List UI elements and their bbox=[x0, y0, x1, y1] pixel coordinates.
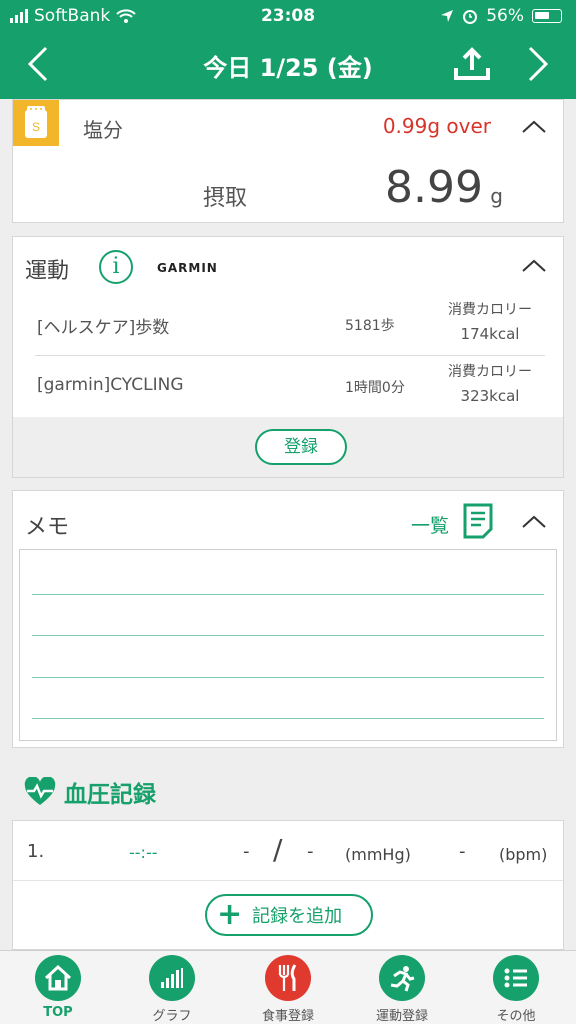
add-record-label: 記録を追加 bbox=[252, 906, 343, 927]
calorie-value: 174kcal bbox=[460, 325, 520, 343]
chevron-up-icon[interactable] bbox=[521, 259, 547, 273]
exercise-amount: 5181歩 bbox=[345, 318, 395, 334]
share-icon[interactable] bbox=[452, 46, 492, 82]
tab-label: グラフ bbox=[152, 1009, 192, 1024]
memo-title: メモ bbox=[25, 515, 70, 540]
top-bar: SoftBank 23:08 56% 今日 1/25 (金) bbox=[0, 0, 576, 99]
tab-other[interactable]: その他 bbox=[466, 955, 566, 1024]
location-icon bbox=[441, 10, 454, 22]
bp-title-text: 血圧記録 bbox=[64, 782, 156, 808]
exercise-row[interactable]: [garmin]CYCLING 1時間0分 消費カロリー 323kcal bbox=[35, 357, 545, 417]
memo-textarea[interactable] bbox=[19, 549, 557, 741]
chevron-right-icon[interactable] bbox=[526, 46, 550, 82]
exercise-card: 運動 i GARMIN [ヘルスケア]歩数 5181歩 消費カロリー 174kc… bbox=[12, 236, 564, 478]
tab-top[interactable]: TOP bbox=[8, 955, 108, 1024]
memo-list-link[interactable]: 一覧 bbox=[411, 511, 449, 538]
tab-graph[interactable]: グラフ bbox=[122, 955, 222, 1024]
bp-card: 1. --:-- - / - (mmHg) - (bpm) + 記録を追加 bbox=[12, 820, 564, 950]
tab-label: その他 bbox=[496, 1009, 536, 1024]
memo-card: メモ 一覧 bbox=[12, 490, 564, 748]
info-icon[interactable]: i bbox=[99, 250, 133, 284]
calorie-label: 消費カロリー bbox=[448, 364, 532, 380]
fork-knife-icon bbox=[265, 955, 311, 1001]
tab-bar: TOP グラフ 食事登録 運動登録 その他 bbox=[0, 950, 576, 1024]
document-icon[interactable] bbox=[463, 503, 493, 539]
tab-meal-register[interactable]: 食事登録 bbox=[238, 955, 338, 1024]
salt-intake-label: 摂取 bbox=[203, 186, 248, 211]
exercise-name: [garmin]CYCLING bbox=[37, 375, 184, 395]
register-button[interactable]: 登録 bbox=[255, 429, 347, 465]
salt-card: S 塩分 0.99g over 摂取 8.99 g bbox=[12, 99, 564, 223]
list-icon bbox=[493, 955, 539, 1001]
calorie-label: 消費カロリー bbox=[448, 302, 532, 318]
salt-over-amount: 0.99g over bbox=[382, 114, 491, 138]
home-icon bbox=[35, 955, 81, 1001]
exercise-amount: 1時間0分 bbox=[345, 380, 405, 396]
svg-text:S: S bbox=[32, 120, 40, 134]
bp-systolic[interactable]: - bbox=[243, 841, 250, 862]
exercise-title: 運動 bbox=[25, 259, 70, 284]
bar-chart-icon bbox=[149, 955, 195, 1001]
salt-shaker-icon: S bbox=[13, 100, 59, 146]
garmin-logo: GARMIN bbox=[157, 261, 218, 275]
salt-label: 塩分 bbox=[83, 118, 123, 142]
bp-section-title: 血圧記録 bbox=[24, 775, 156, 809]
bp-record-row[interactable]: 1. --:-- - / - (mmHg) - (bpm) bbox=[13, 821, 563, 881]
status-bar: SoftBank 23:08 56% bbox=[0, 0, 576, 32]
battery-icon bbox=[532, 9, 562, 23]
add-record-button[interactable]: + 記録を追加 bbox=[205, 894, 373, 936]
bp-pressure-unit: (mmHg) bbox=[345, 845, 411, 864]
bp-pulse-unit: (bpm) bbox=[499, 845, 548, 864]
bp-pulse[interactable]: - bbox=[459, 841, 466, 862]
salt-intake-value: 8.99 bbox=[385, 162, 483, 213]
calorie-value: 323kcal bbox=[460, 387, 520, 405]
bp-diastolic[interactable]: - bbox=[307, 841, 314, 862]
plus-icon: + bbox=[217, 897, 243, 932]
divider bbox=[35, 355, 545, 356]
exercise-row[interactable]: [ヘルスケア]歩数 5181歩 消費カロリー 174kcal bbox=[35, 295, 545, 355]
nav-bar: 今日 1/25 (金) bbox=[0, 34, 576, 96]
alarm-icon bbox=[463, 10, 478, 24]
tab-label: 運動登録 bbox=[375, 1009, 428, 1024]
tab-exercise-register[interactable]: 運動登録 bbox=[352, 955, 452, 1024]
runner-icon bbox=[379, 955, 425, 1001]
heart-pulse-icon bbox=[24, 777, 56, 805]
tab-label: 食事登録 bbox=[261, 1009, 314, 1024]
bp-index: 1. bbox=[27, 841, 45, 862]
bp-time[interactable]: --:-- bbox=[129, 843, 157, 862]
chevron-up-icon[interactable] bbox=[521, 515, 547, 529]
tab-label: TOP bbox=[43, 1005, 73, 1020]
battery-percent: 56% bbox=[486, 6, 524, 26]
exercise-name: [ヘルスケア]歩数 bbox=[37, 318, 170, 338]
salt-intake-unit: g bbox=[490, 184, 503, 208]
bp-slash: / bbox=[273, 833, 283, 866]
exercise-footer: 登録 bbox=[13, 417, 563, 477]
chevron-up-icon[interactable] bbox=[521, 120, 547, 134]
